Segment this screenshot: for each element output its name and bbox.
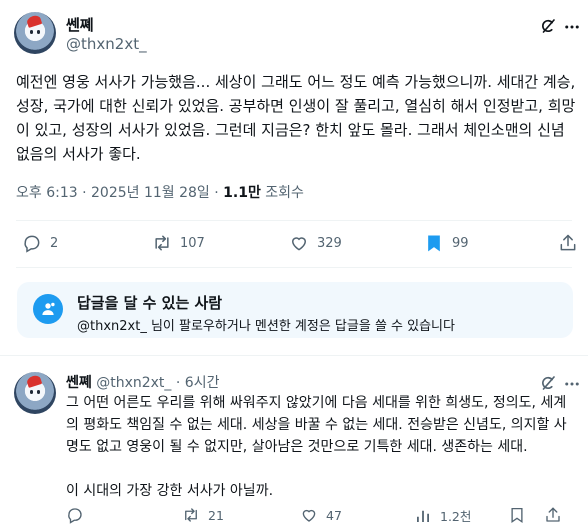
reply-repost-button[interactable]: 21 bbox=[182, 506, 224, 524]
reply-author-name[interactable]: 쎈쪠 bbox=[66, 375, 92, 391]
divider bbox=[16, 220, 572, 221]
author-display-name[interactable]: 쎈쪠 bbox=[66, 14, 94, 35]
tweet-views-label: 조회수 bbox=[260, 185, 304, 201]
avatar-eye bbox=[37, 390, 41, 394]
share-icon bbox=[544, 506, 562, 524]
reply-author-avatar[interactable] bbox=[14, 372, 56, 414]
reply-button[interactable]: 2 bbox=[22, 233, 58, 253]
divider bbox=[0, 355, 588, 356]
reply-count: 2 bbox=[50, 235, 59, 251]
divider bbox=[16, 267, 572, 268]
bookmark-icon bbox=[424, 233, 444, 253]
like-count: 329 bbox=[317, 235, 342, 251]
grok-icon[interactable] bbox=[539, 17, 557, 35]
avatar-eye bbox=[37, 30, 41, 34]
tweet-views-count: 1.1만 bbox=[223, 185, 261, 201]
repost-button[interactable]: 107 bbox=[152, 233, 205, 253]
reply-timestamp[interactable]: 6시간 bbox=[185, 375, 220, 391]
like-icon bbox=[289, 233, 309, 253]
reply-separator: · bbox=[171, 375, 185, 391]
avatar-eye bbox=[29, 390, 34, 394]
reply-icon bbox=[22, 233, 42, 253]
reply-bookmark-button[interactable] bbox=[508, 506, 526, 524]
share-button[interactable] bbox=[558, 233, 578, 253]
views-icon bbox=[414, 507, 432, 525]
reply-header: 쎈쪠 @thxn2xt_ · 6시간 bbox=[66, 372, 219, 392]
avatar-eye bbox=[29, 30, 34, 34]
more-icon[interactable] bbox=[563, 375, 581, 393]
author-avatar[interactable] bbox=[14, 12, 56, 54]
santa-hat-decoration bbox=[25, 374, 43, 389]
reply-views-count: 1.2천 bbox=[440, 509, 472, 524]
bookmark-count: 99 bbox=[452, 235, 469, 251]
reply-author-handle[interactable]: @thxn2xt_ bbox=[96, 375, 171, 391]
tweet-text: 예전엔 영웅 서사가 가능했음... 세상이 그래도 어느 정도 예측 가능했으… bbox=[16, 73, 581, 163]
people-icon bbox=[33, 294, 63, 324]
reply-reply-button[interactable] bbox=[66, 506, 92, 524]
reply-restriction-notice: 답글을 달 수 있는 사람 @thxn2xt_ 님이 팔로우하거나 멘션한 계정… bbox=[17, 282, 573, 338]
reply-repost-count: 21 bbox=[208, 507, 224, 523]
reply-text: 그 어떤 어른도 우리를 위해 싸워주지 않았기에 다음 세대를 위한 희생도,… bbox=[66, 395, 567, 499]
tweet-meta: 오후 6:13 · 2025년 11월 28일 · 1.1만 조회수 bbox=[16, 182, 304, 202]
share-icon bbox=[558, 233, 578, 253]
author-handle[interactable]: @thxn2xt_ bbox=[66, 35, 147, 53]
reply-views-button[interactable]: 1.2천 bbox=[414, 506, 471, 525]
like-button[interactable]: 329 bbox=[289, 233, 342, 253]
bookmark-icon bbox=[508, 506, 526, 524]
reply-like-count: 47 bbox=[326, 507, 342, 523]
repost-icon bbox=[152, 233, 172, 253]
repost-icon bbox=[182, 506, 200, 524]
grok-icon[interactable] bbox=[539, 374, 557, 392]
bookmark-button[interactable]: 99 bbox=[424, 233, 469, 253]
like-icon bbox=[300, 506, 318, 524]
reply-like-button[interactable]: 47 bbox=[300, 506, 342, 524]
reply-icon bbox=[66, 506, 84, 524]
tweet-timestamp[interactable]: 오후 6:13 · 2025년 11월 28일 · bbox=[16, 185, 223, 201]
reply-restriction-description: @thxn2xt_ 님이 팔로우하거나 멘션한 계정은 답글을 쓸 수 있습니다 bbox=[77, 319, 455, 334]
reply-restriction-title: 답글을 달 수 있는 사람 bbox=[77, 294, 223, 312]
repost-count: 107 bbox=[180, 235, 205, 251]
more-icon[interactable] bbox=[563, 18, 581, 36]
santa-hat-decoration bbox=[25, 14, 43, 29]
reply-share-button[interactable] bbox=[544, 506, 562, 524]
